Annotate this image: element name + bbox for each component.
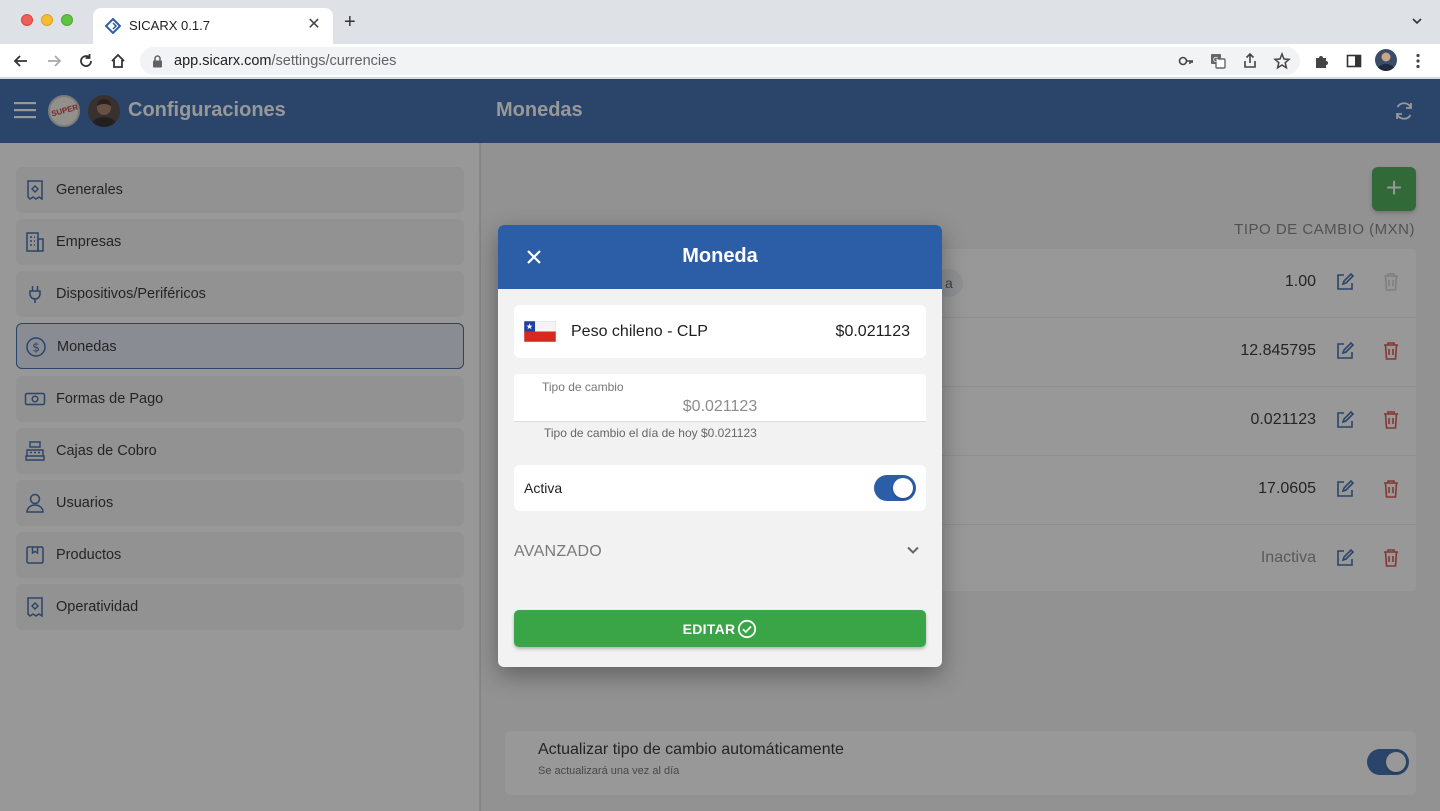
side-panel-icon[interactable] — [1345, 52, 1363, 70]
forward-arrow-icon[interactable] — [45, 52, 63, 70]
back-arrow-icon[interactable] — [12, 52, 30, 70]
tab-close-icon[interactable]: ✕ — [305, 16, 323, 34]
currency-name: Peso chileno - CLP — [571, 323, 708, 340]
exchange-rate-label: Tipo de cambio — [542, 380, 624, 394]
advanced-section-toggle[interactable]: AVANZADO — [514, 543, 602, 561]
reload-icon[interactable] — [77, 52, 95, 70]
currency-rate: $0.021123 — [835, 323, 910, 340]
share-icon[interactable] — [1241, 52, 1259, 70]
profile-avatar[interactable] — [1375, 49, 1397, 71]
tab-title: SICARX 0.1.7 — [129, 18, 210, 33]
key-icon[interactable] — [1177, 52, 1195, 70]
browser-menu-icon[interactable] — [1409, 52, 1427, 70]
browser-tab-bar: SICARX 0.1.7 ✕ + — [0, 0, 1440, 44]
modal-title: Moneda — [682, 245, 758, 267]
active-toggle[interactable] — [874, 475, 916, 501]
sicarx-favicon-icon — [105, 18, 121, 34]
extensions-puzzle-icon[interactable] — [1313, 52, 1331, 70]
tab-search-chevron-icon[interactable] — [1410, 14, 1424, 28]
edit-submit-label: EDITAR — [682, 620, 736, 637]
edit-submit-button[interactable]: EDITAR — [514, 610, 926, 647]
exchange-rate-hint: Tipo de cambio el día de hoy $0.021123 — [544, 426, 757, 440]
lock-icon[interactable] — [152, 55, 163, 68]
bookmark-star-icon[interactable] — [1273, 52, 1291, 70]
modal-header: Moneda — [498, 225, 942, 289]
window-minimize-button[interactable] — [41, 14, 53, 26]
exchange-rate-input[interactable]: $0.021123 — [514, 398, 926, 416]
svg-text:G: G — [1213, 56, 1218, 64]
home-icon[interactable] — [109, 52, 127, 70]
window-maximize-button[interactable] — [61, 14, 73, 26]
check-circle-icon — [738, 619, 757, 638]
active-row: Activa — [514, 465, 926, 511]
url-text: app.sicarx.com/settings/currencies — [174, 53, 397, 69]
browser-tab[interactable]: SICARX 0.1.7 ✕ — [93, 8, 333, 44]
toggle-knob — [893, 478, 913, 498]
new-tab-icon[interactable]: + — [344, 12, 356, 32]
browser-address-bar: app.sicarx.com/settings/currencies G — [0, 44, 1440, 78]
chevron-down-icon[interactable] — [904, 541, 922, 559]
translate-icon[interactable]: G — [1209, 52, 1227, 70]
exchange-rate-field[interactable]: Tipo de cambio $0.021123 — [514, 374, 926, 422]
active-label: Activa — [524, 480, 563, 496]
url-field[interactable]: app.sicarx.com/settings/currencies — [140, 47, 1300, 75]
currency-select[interactable]: Peso chileno - CLP $0.021123 — [514, 305, 926, 358]
currency-modal: Moneda Peso chileno - CLP $0.021123 Tipo… — [498, 225, 942, 667]
chile-flag-icon — [524, 321, 556, 342]
window-close-button[interactable] — [21, 14, 33, 26]
